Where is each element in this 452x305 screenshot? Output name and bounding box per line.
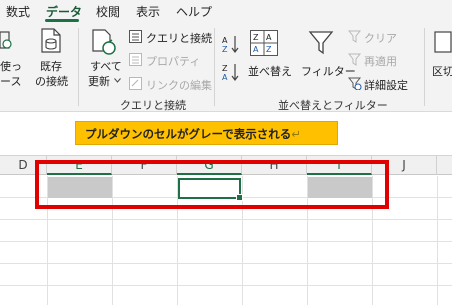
existing-connections-line1[interactable]: 既存 (40, 58, 62, 74)
text-to-columns-icon[interactable] (434, 30, 452, 56)
tab-review[interactable]: 校閲 (96, 3, 120, 20)
partial-recent-sources-icon (0, 31, 12, 49)
svg-text:Z: Z (266, 45, 272, 54)
ribbon-tab-strip: 数式 データ 校閲 表示 ヘルプ (0, 0, 452, 22)
highlight-box (35, 160, 389, 209)
tab-view[interactable]: 表示 (136, 3, 160, 20)
text-to-columns-button[interactable]: 区切 (432, 63, 452, 79)
return-mark: ↵ (291, 127, 301, 141)
group-label-queries: クエリと接続 (120, 99, 186, 112)
refresh-all-line1[interactable]: すべて (90, 58, 122, 74)
ribbon: 使っ ース 既存 の接続 すべて 更新 クエリと接続 プロパティ リンクの編集 … (0, 22, 452, 112)
queries-connections-button[interactable]: クエリと接続 (146, 30, 212, 46)
properties-button[interactable]: プロパティ (146, 53, 200, 69)
partial-button-line1[interactable]: 使っ (0, 58, 22, 74)
tab-help[interactable]: ヘルプ (176, 3, 212, 20)
sort-button[interactable]: 並べ替え (248, 63, 292, 79)
sort-za-icon[interactable]: Z A (222, 62, 242, 82)
ribbon-separator (78, 28, 79, 106)
queries-connections-icon (129, 30, 142, 43)
properties-icon (129, 53, 142, 66)
partial-button-line2[interactable]: ース (0, 73, 21, 89)
tab-formulas[interactable]: 数式 (6, 3, 30, 20)
chevron-down-icon[interactable] (114, 78, 121, 83)
existing-connections-icon[interactable] (39, 27, 65, 55)
ribbon-separator (214, 28, 215, 106)
callout-text: プルダウンのセルがグレーで表示される (85, 127, 292, 141)
clear-button[interactable]: クリア (364, 30, 397, 46)
tab-data[interactable]: データ (46, 3, 82, 20)
sort-dialog-icon[interactable]: Z A A Z (250, 30, 278, 56)
existing-connections-line2[interactable]: の接続 (35, 73, 68, 89)
svg-text:Z: Z (222, 45, 228, 54)
filter-icon[interactable] (308, 30, 334, 56)
gridline (437, 176, 438, 305)
refresh-all-line2[interactable]: 更新 (88, 73, 110, 89)
annotation-callout: プルダウンのセルがグレーで表示される↵ (75, 121, 338, 145)
svg-text:A: A (222, 73, 228, 82)
clear-filter-icon (348, 30, 362, 43)
svg-text:A: A (266, 33, 272, 42)
svg-text:A: A (222, 36, 228, 45)
advanced-button[interactable]: 詳細設定 (364, 77, 408, 93)
group-label-sort-filter: 並べ替えとフィルター (278, 99, 388, 112)
svg-text:Z: Z (253, 33, 259, 42)
svg-text:Z: Z (222, 64, 228, 73)
refresh-all-icon[interactable] (89, 27, 119, 57)
reapply-icon (348, 53, 362, 66)
sort-az-icon[interactable]: A Z (222, 34, 242, 54)
edit-links-button[interactable]: リンクの編集 (146, 77, 212, 93)
advanced-filter-icon (348, 77, 362, 90)
reapply-button[interactable]: 再適用 (364, 53, 397, 69)
ribbon-separator (424, 28, 425, 106)
svg-text:A: A (253, 45, 259, 54)
edit-links-icon (129, 77, 142, 90)
